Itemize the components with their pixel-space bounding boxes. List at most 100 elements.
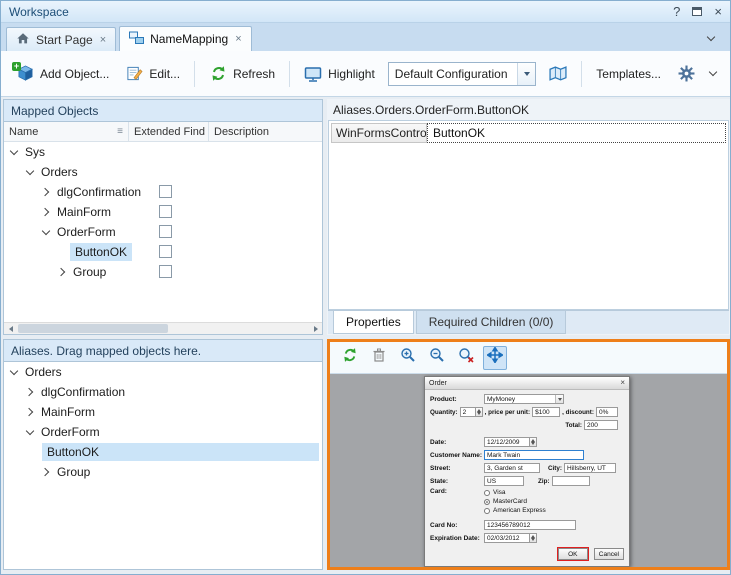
add-object-button[interactable]: + Add Object... xyxy=(9,58,116,90)
alias-item-mainform[interactable]: MainForm xyxy=(4,402,322,422)
scrollbar-thumb[interactable] xyxy=(18,324,168,333)
quantity-field: 2 xyxy=(460,407,476,417)
chevron-right-icon[interactable] xyxy=(40,465,52,479)
chevron-right-icon[interactable] xyxy=(24,385,36,399)
cancel-button-preview: Cancel xyxy=(594,548,624,560)
toolbar-separator xyxy=(581,61,582,87)
close-button[interactable]: × xyxy=(714,5,722,18)
mapped-object-highlight: OK xyxy=(557,547,589,561)
float-button[interactable] xyxy=(692,7,702,16)
tab-list-dropdown-button[interactable] xyxy=(698,35,724,42)
update-mapping-button[interactable] xyxy=(542,58,574,90)
highlight-button[interactable]: Highlight xyxy=(297,58,382,90)
card-option-amex: American Express xyxy=(493,507,546,514)
zoom-in-button[interactable] xyxy=(396,346,420,370)
extended-find-checkbox[interactable] xyxy=(159,265,172,278)
tree-item-buttonok[interactable]: ButtonOK xyxy=(4,242,322,262)
settings-button[interactable] xyxy=(670,58,702,90)
scroll-left-button[interactable] xyxy=(4,323,17,334)
date-field: 12/12/2009 xyxy=(484,437,530,447)
tree-label-selected: ButtonOK xyxy=(42,443,319,461)
chevron-right-icon[interactable] xyxy=(40,185,52,199)
tree-item-sys[interactable]: Sys xyxy=(4,142,322,162)
tab-label: NameMapping xyxy=(150,32,228,46)
tab-properties[interactable]: Properties xyxy=(333,311,414,334)
expiration-date-label: Expiration Date: xyxy=(430,535,484,542)
add-object-icon: + xyxy=(16,65,34,83)
content-area: Mapped Objects Name ≡ Extended Find Desc… xyxy=(1,97,730,574)
refresh-preview-button[interactable] xyxy=(338,346,362,370)
delete-image-button[interactable] xyxy=(367,346,391,370)
extended-find-checkbox[interactable] xyxy=(159,205,172,218)
customer-name-field: Mark Twain xyxy=(484,450,584,460)
zoom-out-button[interactable] xyxy=(425,346,449,370)
arrow-right-icon xyxy=(314,326,318,332)
chevron-right-icon[interactable] xyxy=(24,405,36,419)
scroll-right-button[interactable] xyxy=(309,323,322,334)
pan-tool-button[interactable] xyxy=(483,346,507,370)
tree-item-mainform[interactable]: MainForm xyxy=(4,202,322,222)
chevron-down-icon[interactable] xyxy=(40,225,52,239)
zoom-reset-button[interactable] xyxy=(454,346,478,370)
help-button[interactable]: ? xyxy=(673,5,680,18)
selected-object-path: Aliases.Orders.OrderForm.ButtonOK xyxy=(328,100,729,120)
preview-image-area[interactable]: Order × Product: MyMoney Quantity: xyxy=(330,374,727,567)
city-field: Hillsberry, UT xyxy=(564,463,616,473)
date-label: Date: xyxy=(430,439,484,446)
alias-item-orders[interactable]: Orders xyxy=(4,362,322,382)
alias-item-group[interactable]: Group xyxy=(4,462,322,482)
column-header-description[interactable]: Description xyxy=(209,122,322,141)
toolbar-separator xyxy=(194,61,195,87)
combo-dropdown-button[interactable] xyxy=(517,63,535,85)
window-title: Workspace xyxy=(9,5,69,19)
tree-label: dlgConfirmation xyxy=(52,183,146,201)
extended-find-checkbox[interactable] xyxy=(159,185,172,198)
float-icon xyxy=(692,7,702,16)
button-label: Add Object... xyxy=(40,67,109,81)
refresh-button[interactable]: Refresh xyxy=(202,58,282,90)
configuration-select[interactable]: Default Configuration xyxy=(388,62,537,86)
total-field: 200 xyxy=(584,420,618,430)
column-header-extended-find[interactable]: Extended Find xyxy=(129,122,209,141)
arrow-left-icon xyxy=(9,326,13,332)
column-header-name[interactable]: Name ≡ xyxy=(4,122,129,141)
chevron-down-icon[interactable] xyxy=(8,365,20,379)
chevron-down-icon[interactable] xyxy=(8,145,20,159)
tab-required-children[interactable]: Required Children (0/0) xyxy=(416,311,567,334)
tab-close-icon[interactable]: × xyxy=(235,33,241,45)
properties-grid: WinFormsContro ButtonOK xyxy=(328,120,729,310)
tree-item-orders[interactable]: Orders xyxy=(4,162,322,182)
chevron-down-icon[interactable] xyxy=(24,165,36,179)
tree-label: Orders xyxy=(36,163,83,181)
horizontal-scrollbar[interactable] xyxy=(4,322,322,334)
templates-button[interactable]: Templates... xyxy=(589,60,668,88)
tab-close-icon[interactable]: × xyxy=(100,34,106,46)
chevron-right-icon[interactable] xyxy=(40,205,52,219)
document-tab-bar: Start Page × NameMapping × xyxy=(1,23,730,51)
tree-item-group[interactable]: Group xyxy=(4,262,322,282)
edit-button[interactable]: Edit... xyxy=(118,58,187,90)
property-value-cell[interactable]: ButtonOK xyxy=(427,123,726,143)
extended-find-checkbox[interactable] xyxy=(159,225,172,238)
column-label: Description xyxy=(214,126,269,138)
toolbar-overflow-button[interactable] xyxy=(704,68,722,79)
alias-item-dlgconfirmation[interactable]: dlgConfirmation xyxy=(4,382,322,402)
tree-item-dlgconfirmation[interactable]: dlgConfirmation xyxy=(4,182,322,202)
aliases-header: Aliases. Drag mapped objects here. xyxy=(4,340,322,362)
property-name-cell[interactable]: WinFormsContro xyxy=(331,123,427,143)
tab-label: Start Page xyxy=(36,33,93,47)
aliases-panel: Aliases. Drag mapped objects here. Order… xyxy=(3,339,323,570)
alias-item-orderform[interactable]: OrderForm xyxy=(4,422,322,442)
chevron-down-icon[interactable] xyxy=(24,425,36,439)
tree-item-orderform[interactable]: OrderForm xyxy=(4,222,322,242)
street-field: 3, Garden st xyxy=(484,463,540,473)
alias-item-buttonok[interactable]: ButtonOK xyxy=(4,442,322,462)
tab-name-mapping[interactable]: NameMapping × xyxy=(119,26,251,51)
card-no-field: 123456789012 xyxy=(484,520,576,530)
plus-badge-icon: + xyxy=(12,62,21,71)
chevron-right-icon[interactable] xyxy=(56,265,68,279)
customer-name-label: Customer Name: xyxy=(430,452,484,459)
mapped-objects-tree: Sys Orders dlgConfirmation MainForm xyxy=(4,142,322,282)
extended-find-checkbox[interactable] xyxy=(159,245,172,258)
tab-start-page[interactable]: Start Page × xyxy=(6,27,116,51)
